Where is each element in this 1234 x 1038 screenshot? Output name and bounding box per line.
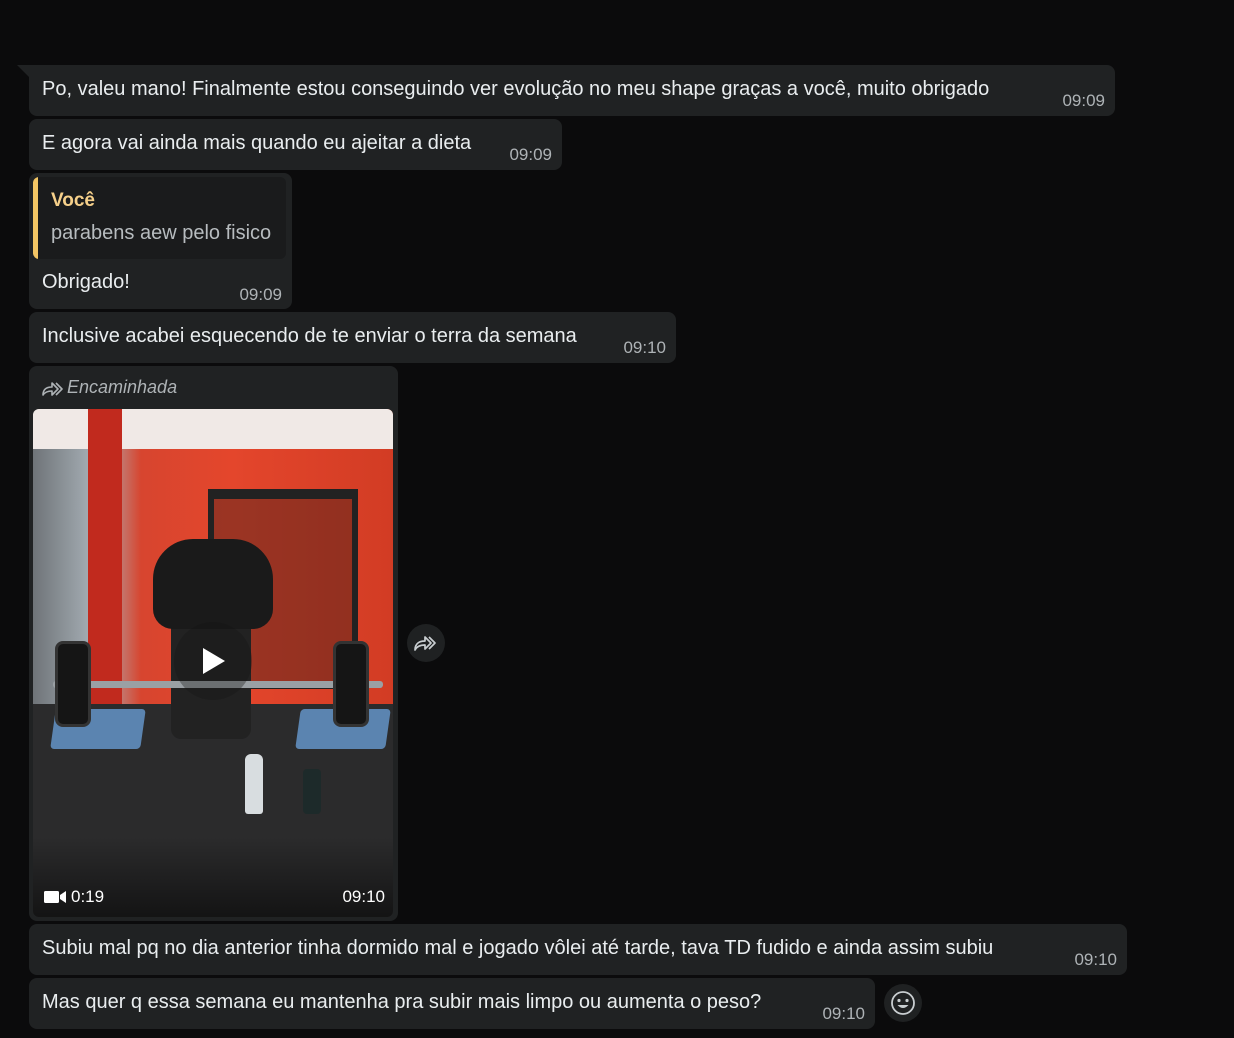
message-bubble[interactable]: Inclusive acabei esquecendo de te enviar…: [29, 312, 676, 363]
bubble-tail: [17, 65, 29, 77]
video-scene-shaker: [303, 769, 321, 814]
video-duration-text: 0:19: [71, 887, 105, 906]
forwarded-video-message[interactable]: Encaminhada 0:19 09:10: [29, 366, 398, 921]
react-button[interactable]: [884, 984, 922, 1022]
emoji-icon: [891, 991, 915, 1015]
message-bubble[interactable]: Subiu mal pq no dia anterior tinha dormi…: [29, 924, 1127, 975]
message-bubble[interactable]: Mas quer q essa semana eu mantenha pra s…: [29, 978, 875, 1029]
message-bubble[interactable]: Po, valeu mano! Finalmente estou consegu…: [17, 65, 1115, 116]
message-bubble[interactable]: E agora vai ainda mais quando eu ajeitar…: [29, 119, 562, 170]
message-time: 09:10: [342, 887, 385, 906]
forward-button[interactable]: [407, 624, 445, 662]
video-scene-pillar: [88, 409, 122, 709]
video-scene-plate: [333, 641, 369, 727]
video-scene-bottle: [245, 754, 263, 814]
video-scene-plate: [55, 641, 91, 727]
message-text: Obrigado!: [42, 271, 130, 293]
forwarded-label: Encaminhada: [41, 375, 177, 399]
video-scene-ceiling: [33, 409, 393, 449]
message-bubble[interactable]: Você parabens aew pelo fisico Obrigado! …: [29, 173, 292, 309]
play-button[interactable]: [174, 622, 252, 700]
reply-quote-text: parabens aew pelo fisico: [51, 222, 272, 244]
video-camera-icon: [44, 891, 66, 903]
forwarded-label-text: Encaminhada: [67, 377, 178, 397]
message-text: Inclusive acabei esquecendo de te enviar…: [42, 325, 577, 347]
play-icon: [203, 648, 225, 674]
reply-quote-author: Você: [51, 190, 96, 211]
reply-quote-accent: [33, 177, 38, 259]
message-time: 09:10: [1074, 950, 1117, 969]
video-duration: 0:19: [43, 885, 104, 909]
forward-icon: [414, 636, 436, 651]
message-text: Subiu mal pq no dia anterior tinha dormi…: [42, 937, 994, 959]
message-time: 09:09: [1062, 91, 1105, 110]
message-time: 09:10: [822, 1004, 865, 1023]
message-time: 09:10: [623, 338, 666, 357]
forward-icon: [42, 382, 63, 396]
video-scene-lifter: [153, 539, 273, 629]
video-thumbnail[interactable]: 0:19 09:10: [33, 409, 393, 917]
message-text: Po, valeu mano! Finalmente estou consegu…: [42, 78, 990, 100]
message-time: 09:09: [239, 285, 282, 304]
reply-quote[interactable]: Você parabens aew pelo fisico: [33, 177, 286, 259]
chat-message-list: Po, valeu mano! Finalmente estou consegu…: [0, 0, 1234, 1038]
message-text: Mas quer q essa semana eu mantenha pra s…: [42, 991, 762, 1013]
message-text: E agora vai ainda mais quando eu ajeitar…: [42, 132, 472, 154]
message-time: 09:09: [509, 145, 552, 164]
